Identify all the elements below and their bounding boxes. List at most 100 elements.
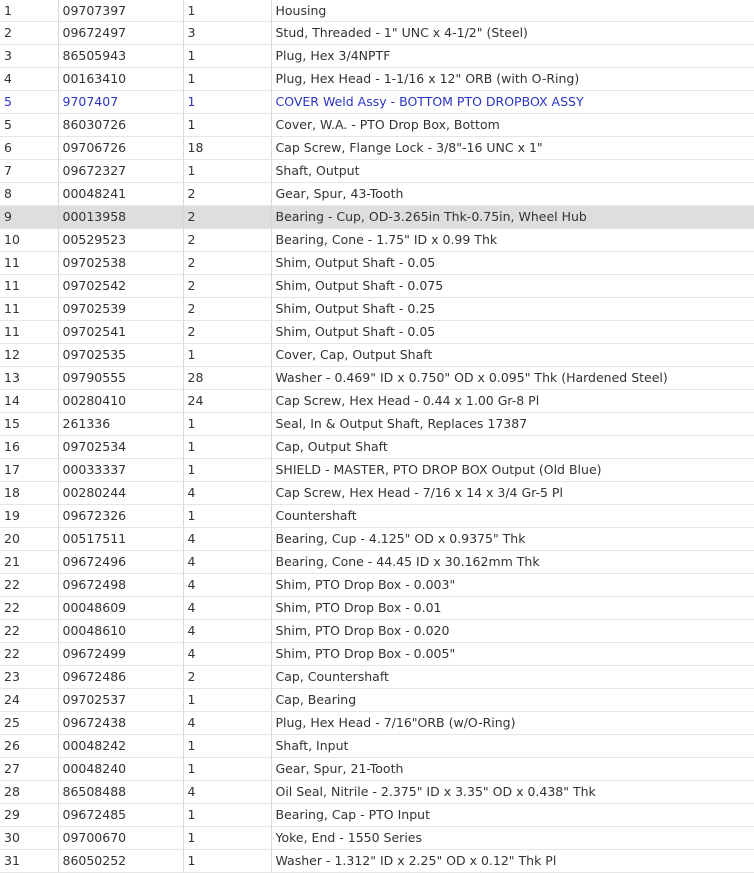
ref-number-cell: 10 (0, 228, 59, 252)
description-cell: Cap Screw, Hex Head - 0.44 x 1.00 Gr-8 P… (271, 389, 754, 413)
ref-number-cell: 5 (0, 113, 59, 137)
description-cell: Washer - 1.312" ID x 2.25" OD x 0.12" Th… (271, 849, 754, 873)
table-row: 29 09672485 1 Bearing, Cap - PTO Input (0, 803, 754, 827)
table-row: 6 09706726 18 Cap Screw, Flange Lock - 3/8"… (0, 136, 754, 160)
table-row: 5 86030726 1 Cover, W.A. - PTO Drop Box, Bo… (0, 113, 754, 137)
part-number-cell: 09672486 (58, 665, 184, 689)
part-number-cell: 00013958 (58, 205, 184, 229)
ref-number-cell: 30 (0, 826, 59, 850)
part-number-cell: 09702541 (58, 320, 184, 344)
ref-number-cell: 13 (0, 366, 59, 390)
table-row: 30 09700670 1 Yoke, End - 1550 Series (0, 826, 754, 850)
parts-table: 1 09707397 1 Housing 2 09672497 3 Stud, Threade… (0, 0, 754, 873)
ref-number-cell: 16 (0, 435, 59, 459)
quantity-cell: 4 (183, 481, 272, 505)
ref-number-cell[interactable]: 5 (0, 90, 59, 114)
table-row: 4 00163410 1 Plug, Hex Head - 1-1/16 x 12" … (0, 67, 754, 91)
description-cell: Shaft, Output (271, 159, 754, 183)
part-number-cell: 09707397 (58, 0, 184, 22)
ref-number-cell: 25 (0, 711, 59, 735)
part-number-cell: 09672326 (58, 504, 184, 528)
description-cell: Plug, Hex 3/4NPTF (271, 44, 754, 68)
description-cell: Shim, Output Shaft - 0.05 (271, 251, 754, 275)
ref-number-cell: 26 (0, 734, 59, 758)
table-row: 11 09702538 2 Shim, Output Shaft - 0.05 (0, 251, 754, 275)
part-number-cell[interactable]: 9707407 (58, 90, 184, 114)
description-cell: Cover, Cap, Output Shaft (271, 343, 754, 367)
description-cell: Shim, Output Shaft - 0.075 (271, 274, 754, 298)
part-number-cell: 09790555 (58, 366, 184, 390)
table-row: 21 09672496 4 Bearing, Cone - 44.45 ID x 30… (0, 550, 754, 574)
description-cell: Cap, Countershaft (271, 665, 754, 689)
ref-number-cell: 23 (0, 665, 59, 689)
ref-number-cell: 24 (0, 688, 59, 712)
quantity-cell: 2 (183, 297, 272, 321)
part-number-cell: 00517511 (58, 527, 184, 551)
table-row: 27 00048240 1 Gear, Spur, 21-Tooth (0, 757, 754, 781)
description-cell: Countershaft (271, 504, 754, 528)
ref-number-cell: 7 (0, 159, 59, 183)
part-number-cell: 09672498 (58, 573, 184, 597)
part-number-cell: 09672496 (58, 550, 184, 574)
quantity-cell: 1 (183, 412, 272, 436)
quantity-cell: 18 (183, 136, 272, 160)
part-number-cell: 86050252 (58, 849, 184, 873)
quantity-cell: 1 (183, 159, 272, 183)
quantity-cell: 2 (183, 320, 272, 344)
description-cell: Seal, In & Output Shaft, Replaces 17387 (271, 412, 754, 436)
ref-number-cell: 3 (0, 44, 59, 68)
quantity-cell[interactable]: 1 (183, 90, 272, 114)
description-cell: Shim, PTO Drop Box - 0.01 (271, 596, 754, 620)
description-cell: Cap, Bearing (271, 688, 754, 712)
ref-number-cell: 8 (0, 182, 59, 206)
quantity-cell: 4 (183, 527, 272, 551)
ref-number-cell: 31 (0, 849, 59, 873)
ref-number-cell: 9 (0, 205, 59, 229)
description-cell: Yoke, End - 1550 Series (271, 826, 754, 850)
part-number-cell: 00048241 (58, 182, 184, 206)
quantity-cell: 2 (183, 228, 272, 252)
part-number-cell: 09702539 (58, 297, 184, 321)
part-number-cell: 00280410 (58, 389, 184, 413)
ref-number-cell: 22 (0, 642, 59, 666)
part-number-cell: 00048240 (58, 757, 184, 781)
part-number-cell: 09702535 (58, 343, 184, 367)
part-number-cell: 261336 (58, 412, 184, 436)
part-number-cell: 09702537 (58, 688, 184, 712)
ref-number-cell: 12 (0, 343, 59, 367)
description-cell: Shim, PTO Drop Box - 0.020 (271, 619, 754, 643)
quantity-cell: 1 (183, 688, 272, 712)
table-row: 11 09702541 2 Shim, Output Shaft - 0.05 (0, 320, 754, 344)
description-cell: Cover, W.A. - PTO Drop Box, Bottom (271, 113, 754, 137)
quantity-cell: 1 (183, 849, 272, 873)
quantity-cell: 4 (183, 573, 272, 597)
ref-number-cell: 29 (0, 803, 59, 827)
description-cell: Cap, Output Shaft (271, 435, 754, 459)
quantity-cell: 28 (183, 366, 272, 390)
quantity-cell: 1 (183, 734, 272, 758)
description-cell: SHIELD - MASTER, PTO DROP BOX Output (Ol… (271, 458, 754, 482)
ref-number-cell: 22 (0, 573, 59, 597)
description-cell: Shaft, Input (271, 734, 754, 758)
table-row: 22 00048610 4 Shim, PTO Drop Box - 0.020 (0, 619, 754, 643)
description-cell: Bearing, Cone - 1.75" ID x 0.99 Thk (271, 228, 754, 252)
table-row: 3 86505943 1 Plug, Hex 3/4NPTF (0, 44, 754, 68)
quantity-cell: 1 (183, 826, 272, 850)
description-cell: Housing (271, 0, 754, 22)
quantity-cell: 24 (183, 389, 272, 413)
ref-number-cell: 22 (0, 619, 59, 643)
quantity-cell: 4 (183, 550, 272, 574)
part-number-cell: 86030726 (58, 113, 184, 137)
table-row: 23 09672486 2 Cap, Countershaft (0, 665, 754, 689)
part-number-cell: 86505943 (58, 44, 184, 68)
quantity-cell: 1 (183, 44, 272, 68)
description-cell: Plug, Hex Head - 1-1/16 x 12" ORB (with … (271, 67, 754, 91)
part-number-cell: 00163410 (58, 67, 184, 91)
description-cell: Bearing, Cap - PTO Input (271, 803, 754, 827)
table-row-link[interactable]: 5 9707407 1 COVER Weld Assy - BOTTOM PTO DR… (0, 90, 754, 114)
quantity-cell: 1 (183, 67, 272, 91)
quantity-cell: 1 (183, 343, 272, 367)
quantity-cell: 4 (183, 711, 272, 735)
description-cell[interactable]: COVER Weld Assy - BOTTOM PTO DROPBOX ASS… (271, 90, 754, 114)
description-cell: Bearing, Cup - 4.125" OD x 0.9375" Thk (271, 527, 754, 551)
